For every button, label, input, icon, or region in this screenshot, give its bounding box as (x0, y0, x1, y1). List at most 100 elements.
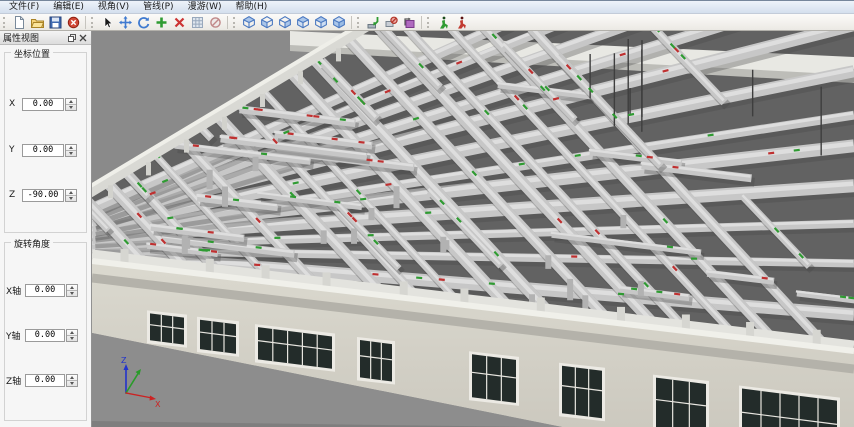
menu-view[interactable]: 视角(V) (91, 1, 136, 13)
menu-bar: 文件(F) 编辑(E) 视角(V) 管线(P) 漫游(W) 帮助(H) (0, 0, 854, 14)
walk-stop-icon (455, 16, 468, 29)
spinner-down-button[interactable] (66, 105, 76, 110)
disable-snap-button[interactable] (206, 15, 224, 30)
z-input[interactable] (22, 189, 64, 202)
toolbar-drag-handle[interactable] (3, 17, 7, 28)
view-iso-button[interactable] (330, 15, 348, 30)
rotation-angle-group-title: 旋转角度 (11, 237, 53, 250)
open-folder-button[interactable] (28, 15, 46, 30)
view-right-button[interactable] (276, 15, 294, 30)
coordinate-x-row: X (0, 97, 92, 111)
toolbar-separator (351, 16, 352, 29)
walk-start-button[interactable] (434, 15, 452, 30)
toolbar-drag-handle[interactable] (427, 17, 431, 28)
view-top-right-button[interactable] (312, 15, 330, 30)
menu-file[interactable]: 文件(F) (2, 1, 46, 13)
select-tool-button[interactable] (98, 15, 116, 30)
save-icon (49, 16, 62, 29)
snap-grid-icon (191, 16, 204, 29)
toolbar (0, 14, 854, 31)
delete-button[interactable] (170, 15, 188, 30)
delete-x-icon (173, 16, 186, 29)
save-button[interactable] (46, 15, 64, 30)
toolbar-separator (85, 16, 86, 29)
view-cube-right-icon (278, 15, 292, 29)
x-spinner (65, 98, 77, 111)
view-cube-top-icon (242, 15, 256, 29)
z-axis-spinner (66, 374, 78, 387)
z-spinner (65, 189, 77, 202)
spinner-down-button[interactable] (66, 196, 76, 201)
snap-grid-button[interactable] (188, 15, 206, 30)
gizmo-x-label: X (155, 400, 161, 409)
close-panel-button[interactable] (77, 32, 88, 43)
walk-start-icon (437, 16, 450, 29)
disable-icon (209, 16, 222, 29)
menu-pipeline[interactable]: 管线(P) (136, 1, 180, 13)
spinner-down-button[interactable] (67, 381, 77, 386)
y-axis-label: Y轴 (6, 329, 25, 342)
properties-panel: 属性视图 坐标位置 X Y Z 旋转角度 X轴 (0, 31, 92, 427)
menu-help[interactable]: 帮助(H) (228, 1, 274, 13)
y-input[interactable] (22, 144, 64, 157)
z-label: Z (9, 190, 22, 200)
main-area: 属性视图 坐标位置 X Y Z 旋转角度 X轴 (0, 31, 854, 427)
spinner-down-button[interactable] (67, 291, 77, 296)
open-folder-icon (31, 16, 44, 29)
import-button[interactable] (364, 15, 382, 30)
x-axis-input[interactable] (25, 284, 65, 297)
remove-model-button[interactable] (382, 15, 400, 30)
new-file-button[interactable] (10, 15, 28, 30)
rotation-z-row: Z轴 (0, 373, 92, 387)
y-axis-spinner (66, 329, 78, 342)
x-label: X (9, 99, 22, 109)
spinner-down-button[interactable] (67, 336, 77, 341)
close-file-button[interactable] (64, 15, 82, 30)
view-top-left-button[interactable] (294, 15, 312, 30)
coordinate-y-row: Y (0, 143, 92, 157)
import-green-icon (367, 16, 380, 29)
gizmo-z-label: Z (121, 356, 127, 365)
merge-model-button[interactable] (400, 15, 418, 30)
toolbar-separator (421, 16, 422, 29)
view-top-button[interactable] (240, 15, 258, 30)
view-cube-top-right-icon (314, 15, 328, 29)
rotation-y-row: Y轴 (0, 328, 92, 342)
menu-walkthrough[interactable]: 漫游(W) (181, 1, 229, 13)
properties-panel-title: 属性视图 (3, 31, 66, 44)
toolbar-drag-handle[interactable] (357, 17, 361, 28)
view-left-button[interactable] (258, 15, 276, 30)
rotation-x-row: X轴 (0, 283, 92, 297)
add-plus-icon (155, 16, 168, 29)
properties-panel-titlebar[interactable]: 属性视图 (0, 31, 91, 45)
y-axis-input[interactable] (25, 329, 65, 342)
3d-viewport[interactable]: Z X (92, 31, 854, 427)
x-axis-label: X轴 (6, 284, 25, 297)
menu-edit[interactable]: 编辑(E) (46, 1, 91, 13)
toolbar-separator (227, 16, 228, 29)
close-red-icon (67, 16, 80, 29)
toolbar-drag-handle[interactable] (233, 17, 237, 28)
view-cube-left-icon (260, 15, 274, 29)
view-cube-top-left-icon (296, 15, 310, 29)
toolbar-drag-handle[interactable] (91, 17, 95, 28)
remove-red-icon (385, 16, 398, 29)
add-button[interactable] (152, 15, 170, 30)
z-axis-label: Z轴 (6, 374, 25, 387)
y-label: Y (9, 145, 22, 155)
z-axis-input[interactable] (25, 374, 65, 387)
x-axis-spinner (66, 284, 78, 297)
x-input[interactable] (22, 98, 64, 111)
walk-stop-button[interactable] (452, 15, 470, 30)
rotate-tool-button[interactable] (134, 15, 152, 30)
coordinate-z-row: Z (0, 188, 92, 202)
move-icon (119, 16, 132, 29)
float-panel-button[interactable] (66, 32, 77, 43)
rotate-icon (137, 16, 150, 29)
merge-purple-icon (403, 16, 416, 29)
spinner-down-button[interactable] (66, 151, 76, 156)
coordinate-position-group-title: 坐标位置 (11, 47, 53, 60)
move-tool-button[interactable] (116, 15, 134, 30)
float-window-icon (68, 34, 76, 42)
view-cube-all-icon (332, 15, 346, 29)
